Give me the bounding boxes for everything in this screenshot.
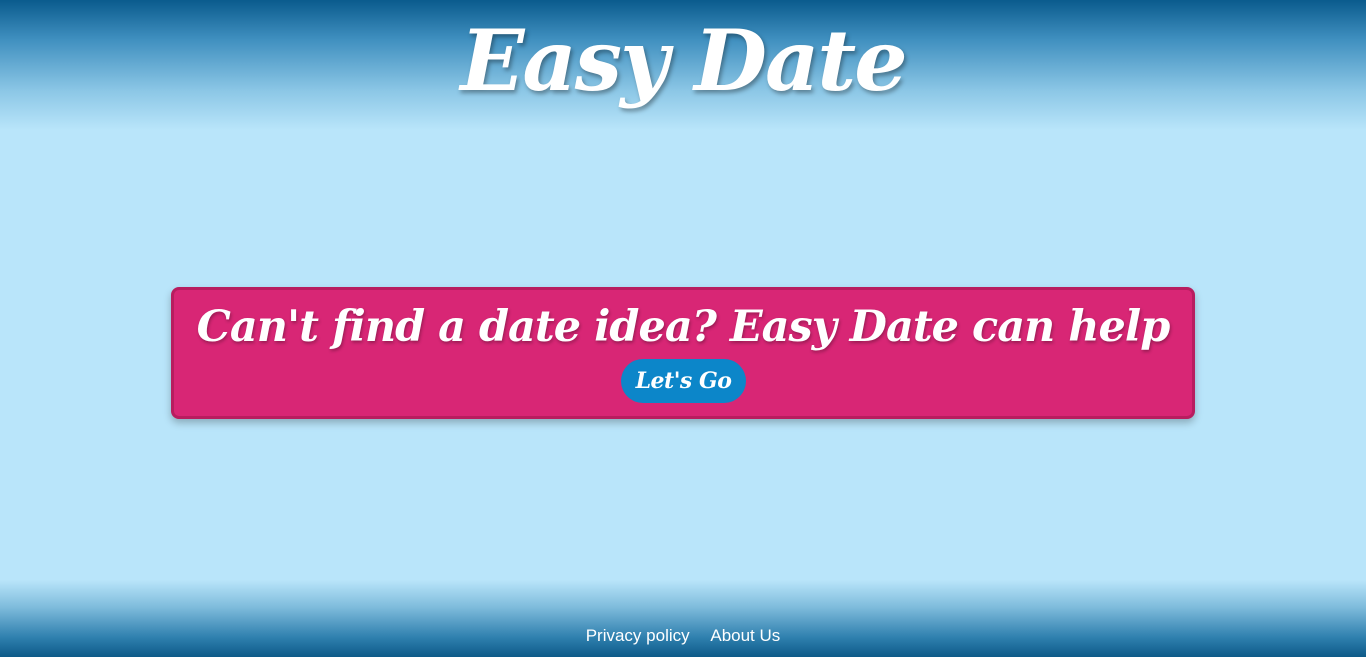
footer: Privacy policy About Us	[0, 580, 1366, 657]
app-title: Easy Date	[460, 11, 907, 110]
header: Easy Date	[0, 0, 1366, 130]
hero-heading: Can't find a date idea? Easy Date can he…	[196, 302, 1171, 352]
footer-links: Privacy policy About Us	[0, 624, 1366, 648]
privacy-policy-link[interactable]: Privacy policy	[586, 626, 690, 645]
hero-card: Can't find a date idea? Easy Date can he…	[171, 287, 1195, 419]
about-us-link[interactable]: About Us	[710, 626, 780, 645]
lets-go-button[interactable]: Let's Go	[621, 359, 746, 403]
